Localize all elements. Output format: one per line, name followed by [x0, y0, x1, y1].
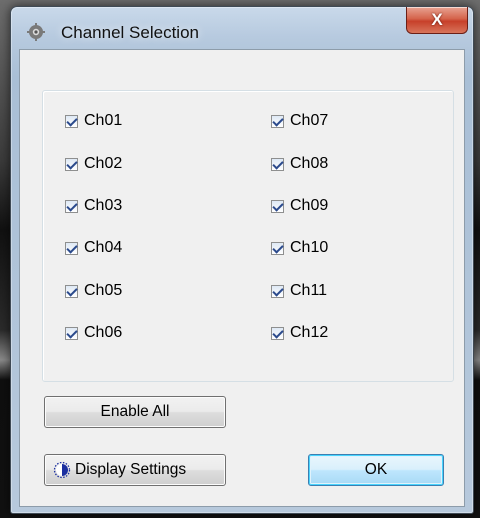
checkbox-label: Ch10 — [290, 239, 329, 256]
checkbox-label: Ch02 — [84, 155, 123, 172]
checkbox-label: Ch08 — [290, 155, 329, 172]
checkbox-checked[interactable] — [65, 157, 78, 171]
checkbox-ch04[interactable]: Ch04 — [65, 238, 122, 258]
display-settings-label: Display Settings — [75, 461, 187, 478]
checkbox-checked[interactable] — [65, 241, 78, 255]
checkbox-label: Ch03 — [84, 197, 123, 214]
checkbox-ch02[interactable]: Ch02 — [65, 154, 122, 174]
checkbox-label: Ch06 — [84, 324, 123, 341]
checkbox-checked[interactable] — [271, 241, 284, 255]
checkbox-label: Ch04 — [84, 239, 123, 256]
checkbox-ch03[interactable]: Ch03 — [65, 196, 122, 216]
checkbox-checked[interactable] — [65, 114, 78, 128]
close-icon: X — [431, 10, 443, 29]
dialog-client-area: Ch01 Ch02 Ch03 Ch04 Ch05 Ch06 Ch07 Ch08 … — [19, 49, 465, 507]
checkbox-checked[interactable] — [271, 326, 284, 340]
checkbox-ch10[interactable]: Ch10 — [271, 238, 328, 258]
channel-group-box: Ch01 Ch02 Ch03 Ch04 Ch05 Ch06 Ch07 Ch08 … — [42, 90, 454, 382]
checkbox-ch05[interactable]: Ch05 — [65, 281, 122, 301]
checkbox-label: Ch07 — [290, 112, 329, 129]
close-button[interactable]: X — [406, 7, 468, 34]
channel-selection-dialog: Channel Selection X Ch01 Ch02 Ch03 Ch04 — [10, 6, 474, 514]
ok-button[interactable]: OK — [308, 454, 444, 486]
enable-all-button[interactable]: Enable All — [44, 396, 226, 428]
display-settings-button[interactable]: Display Settings — [44, 454, 226, 486]
checkbox-ch09[interactable]: Ch09 — [271, 196, 328, 216]
checkbox-checked[interactable] — [271, 157, 284, 171]
checkbox-ch07[interactable]: Ch07 — [271, 111, 328, 131]
checkbox-label: Ch01 — [84, 112, 123, 129]
checkbox-label: Ch12 — [290, 324, 329, 341]
window-title: Channel Selection — [61, 23, 199, 42]
checkbox-checked[interactable] — [65, 284, 78, 298]
checkbox-checked[interactable] — [65, 326, 78, 340]
checkbox-checked[interactable] — [271, 284, 284, 298]
checkbox-label: Ch05 — [84, 282, 123, 299]
checkbox-ch01[interactable]: Ch01 — [65, 111, 122, 131]
checkbox-checked[interactable] — [65, 199, 78, 213]
display-settings-icon — [53, 461, 71, 479]
checkbox-ch11[interactable]: Ch11 — [271, 281, 327, 301]
checkbox-ch06[interactable]: Ch06 — [65, 323, 122, 343]
checkbox-label: Ch11 — [290, 282, 328, 299]
checkbox-ch08[interactable]: Ch08 — [271, 154, 328, 174]
title-bar[interactable]: Channel Selection X — [11, 7, 473, 49]
checkbox-checked[interactable] — [271, 114, 284, 128]
checkbox-checked[interactable] — [271, 199, 284, 213]
checkbox-label: Ch09 — [290, 197, 329, 214]
checkbox-ch12[interactable]: Ch12 — [271, 323, 328, 343]
gear-icon — [27, 23, 45, 41]
